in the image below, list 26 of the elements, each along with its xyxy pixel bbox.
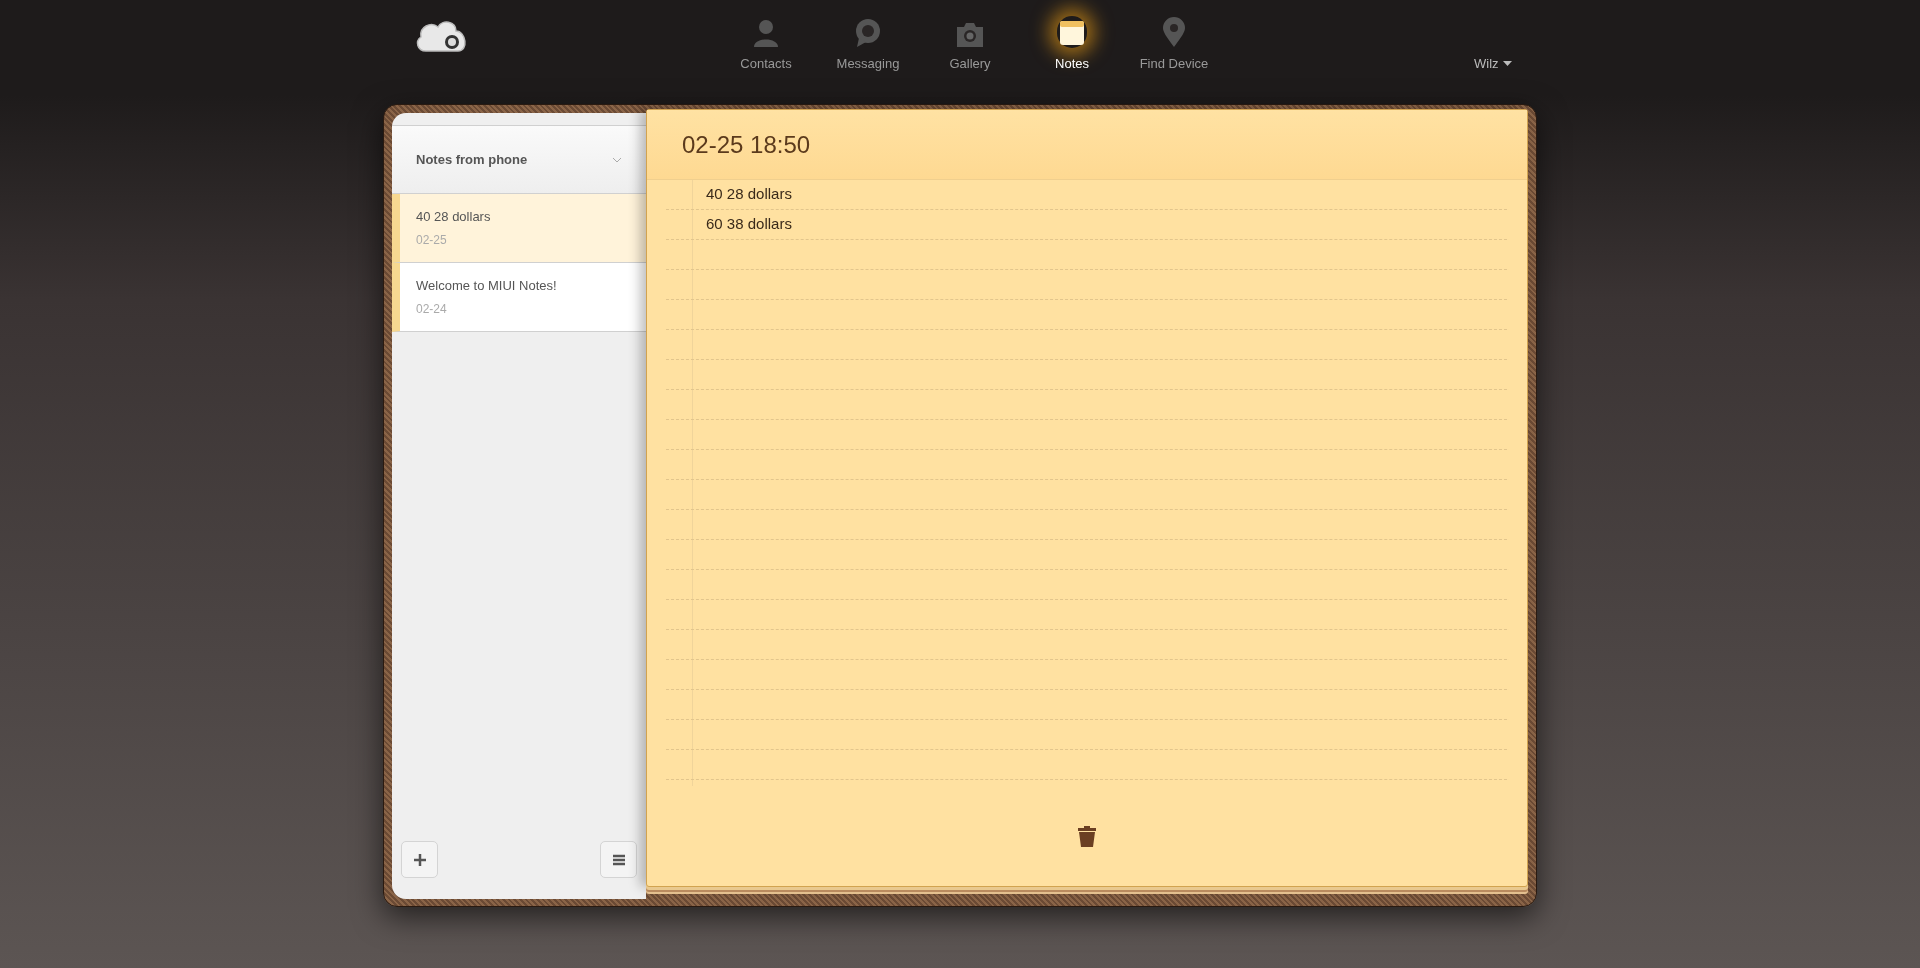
trash-icon[interactable] — [1076, 824, 1098, 848]
user-menu[interactable]: Wilz — [1474, 54, 1512, 74]
menu-button[interactable] — [600, 841, 637, 878]
nav-tab[interactable]: Contacts — [715, 16, 817, 74]
nav-tab[interactable]: Notes — [1021, 16, 1123, 74]
nav-tab[interactable]: Gallery — [919, 16, 1021, 74]
note-list-item[interactable]: Welcome to MIUI Notes! 02-24 — [392, 263, 646, 332]
note-title: 40 28 dollars — [416, 208, 492, 227]
note-date: 02-24 — [416, 300, 448, 318]
note-list-item[interactable]: 40 28 dollars 02-25 — [392, 194, 646, 263]
note-date: 02-25 — [416, 231, 448, 249]
add-note-button[interactable] — [401, 841, 438, 878]
note-title: Welcome to MIUI Notes! — [416, 277, 558, 296]
note-line: 60 38 dollars — [706, 214, 792, 235]
find-icon — [1162, 16, 1186, 48]
folder-header[interactable]: Notes from phone — [392, 125, 646, 194]
nav-tab[interactable]: Messaging — [817, 16, 919, 74]
note-title: 02-25 18:50 — [682, 129, 811, 160]
folder-name: Notes from phone — [416, 150, 528, 169]
menu-icon — [611, 853, 626, 866]
note-line: 40 28 dollars — [706, 184, 792, 205]
caret-icon — [1502, 61, 1512, 67]
chevron-down-icon — [612, 156, 622, 163]
plus-icon — [412, 852, 427, 867]
messaging-icon — [853, 16, 883, 48]
nav-tab[interactable]: Find Device — [1123, 16, 1225, 74]
